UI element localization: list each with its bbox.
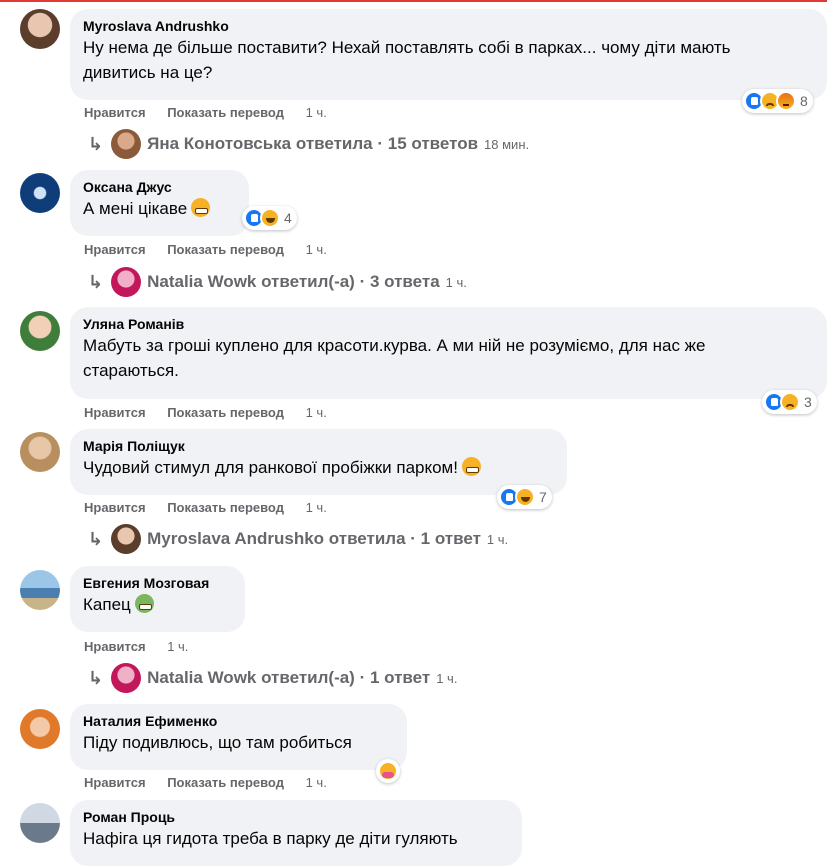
sick-emoji — [134, 594, 154, 613]
reactions-summary[interactable]: 7 — [497, 485, 552, 509]
comment-text-line: стараються. — [83, 361, 179, 380]
comment-bubble: Оксана Джус А мені цікаве — [70, 170, 249, 236]
comment-actions: Нравится Показать перевод 1 ч. — [84, 405, 345, 420]
reply-avatar — [111, 267, 142, 297]
replies-link[interactable]: ↳ Natalia Wowk ответил(-а) · 3 ответа 1 … — [88, 267, 467, 297]
haha-icon — [515, 487, 535, 507]
comment-text-line: А мені цікаве — [83, 196, 237, 221]
avatar[interactable] — [20, 432, 60, 472]
comment-text: А мені цікаве — [83, 199, 188, 218]
haha-icon — [260, 208, 280, 228]
reactions-summary[interactable] — [376, 759, 400, 783]
comment-bubble: Уляна Романів Мабуть за гроші куплено дл… — [70, 307, 827, 399]
comment-text-line: Нафіга ця гидота треба в парку де діти г… — [83, 829, 458, 848]
avatar[interactable] — [20, 9, 60, 49]
comment-author[interactable]: Роман Проць — [83, 808, 510, 826]
like-button[interactable]: Нравится — [84, 242, 146, 257]
comment-text-line: дивитись на це? — [83, 63, 213, 82]
reply-summary[interactable]: Natalia Wowk ответил(-а) · 3 ответа — [147, 272, 440, 292]
comment-text: Капец — [83, 595, 131, 614]
angry-icon — [776, 91, 796, 111]
comment-actions: Нравится Показать перевод 1 ч. — [84, 500, 345, 515]
comment-time[interactable]: 1 ч. — [167, 639, 188, 654]
comment-text-line: Чудовий стимул для ранкової пробіжки пар… — [83, 455, 555, 480]
reaction-count: 8 — [800, 93, 808, 109]
like-button[interactable]: Нравится — [84, 500, 146, 515]
avatar[interactable] — [20, 173, 60, 213]
comment-actions: Нравится Показать перевод 1 ч. — [84, 775, 345, 790]
reply-time: 1 ч. — [445, 274, 467, 290]
comment-author[interactable]: Myroslava Andrushko — [83, 17, 815, 35]
replies-link[interactable]: ↳ Natalia Wowk ответил(-а) · 1 ответ 1 ч… — [88, 663, 457, 693]
comment-time[interactable]: 1 ч. — [306, 105, 327, 120]
comment-text-line: Піду подивлюсь, що там робиться — [83, 733, 352, 752]
avatar[interactable] — [20, 709, 60, 749]
reply-arrow-icon: ↳ — [88, 528, 104, 549]
reply-arrow-icon: ↳ — [88, 133, 104, 154]
comment-author[interactable]: Евгения Мозговая — [83, 574, 233, 592]
reply-avatar — [111, 524, 142, 554]
comment-text-line: Капец — [83, 592, 233, 617]
comment-text: Чудовий стимул для ранкової пробіжки пар… — [83, 458, 458, 477]
comment-time[interactable]: 1 ч. — [306, 500, 327, 515]
comment-author[interactable]: Марія Поліщук — [83, 437, 555, 455]
reply-arrow-icon: ↳ — [88, 271, 104, 292]
comment-time[interactable]: 1 ч. — [306, 405, 327, 420]
reply-summary[interactable]: Myroslava Andrushko ответила · 1 ответ — [147, 529, 481, 549]
comment-bubble: Роман Проць Нафіга ця гидота треба в пар… — [70, 800, 522, 866]
avatar[interactable] — [20, 311, 60, 351]
comment-time[interactable]: 1 ч. — [306, 242, 327, 257]
translate-button[interactable]: Показать перевод — [167, 105, 284, 120]
comment-bubble: Марія Поліщук Чудовий стимул для ранково… — [70, 429, 567, 495]
reply-time: 1 ч. — [436, 670, 458, 686]
comment-actions: Нравится Показать перевод 1 ч. — [84, 242, 345, 257]
comment-actions: Нравится 1 ч. — [84, 639, 206, 654]
care-icon — [378, 761, 398, 781]
comment-actions: Нравится Показать перевод 1 ч. — [84, 105, 345, 120]
reactions-summary[interactable]: 8 — [742, 89, 813, 113]
comment-bubble: Евгения Мозговая Капец — [70, 566, 245, 632]
comment-bubble: Наталия Ефименко Піду подивлюсь, що там … — [70, 704, 407, 770]
replies-link[interactable]: ↳ Яна Конотовська ответила · 15 ответов … — [88, 129, 529, 159]
translate-button[interactable]: Показать перевод — [167, 405, 284, 420]
translate-button[interactable]: Показать перевод — [167, 500, 284, 515]
sad-icon — [780, 392, 800, 412]
avatar[interactable] — [20, 803, 60, 843]
translate-button[interactable]: Показать перевод — [167, 242, 284, 257]
comment-author[interactable]: Оксана Джус — [83, 178, 237, 196]
reply-summary[interactable]: Natalia Wowk ответил(-а) · 1 ответ — [147, 668, 430, 688]
reaction-count: 4 — [284, 210, 292, 226]
comment-text-line: Ну нема де більше поставити? Нехай поста… — [83, 38, 731, 57]
top-accent-line — [0, 0, 827, 2]
reaction-count: 3 — [804, 394, 812, 410]
grin-emoji — [461, 457, 481, 476]
reply-arrow-icon: ↳ — [88, 667, 104, 688]
reactions-summary[interactable]: 3 — [762, 390, 817, 414]
comment-time[interactable]: 1 ч. — [306, 775, 327, 790]
avatar[interactable] — [20, 570, 60, 610]
comment-bubble: Myroslava Andrushko Ну нема де більше по… — [70, 9, 827, 100]
like-button[interactable]: Нравится — [84, 639, 146, 654]
like-button[interactable]: Нравится — [84, 775, 146, 790]
reply-avatar — [111, 663, 142, 693]
grin-emoji — [191, 198, 211, 217]
comment-author[interactable]: Наталия Ефименко — [83, 712, 395, 730]
like-button[interactable]: Нравится — [84, 405, 146, 420]
reply-avatar — [111, 129, 142, 159]
comment-author[interactable]: Уляна Романів — [83, 315, 815, 333]
reply-time: 1 ч. — [486, 531, 509, 547]
reply-time: 18 мин. — [484, 136, 530, 152]
comment-text-line: Мабуть за гроші куплено для красоти.курв… — [83, 336, 706, 355]
reaction-count: 7 — [539, 489, 547, 505]
reactions-summary[interactable]: 4 — [242, 206, 297, 230]
translate-button[interactable]: Показать перевод — [167, 775, 284, 790]
replies-link[interactable]: ↳ Myroslava Andrushko ответила · 1 ответ… — [88, 524, 508, 554]
like-button[interactable]: Нравится — [84, 105, 146, 120]
reply-summary[interactable]: Яна Конотовська ответила · 15 ответов — [147, 134, 478, 154]
